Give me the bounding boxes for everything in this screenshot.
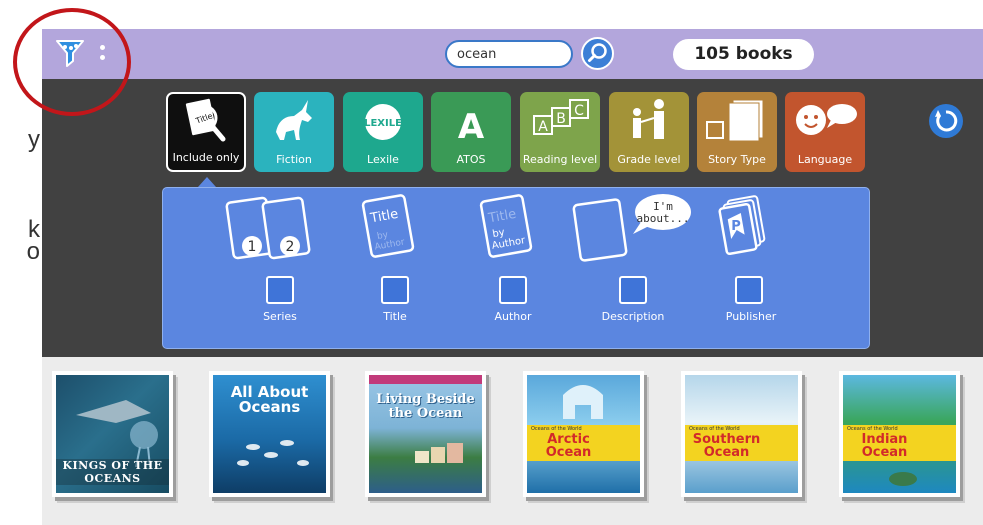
chip-language[interactable]: Language — [785, 92, 865, 172]
speech-face-icon — [796, 104, 857, 135]
book-count-badge: 105 books — [673, 39, 814, 70]
svg-text:A: A — [458, 107, 485, 147]
option-series: 1 2 Series — [220, 188, 340, 348]
book-title: All About Oceans — [230, 383, 309, 416]
chip-lexile[interactable]: LEXILE Lexile — [343, 92, 423, 172]
search-input[interactable] — [445, 40, 573, 68]
more-options-button[interactable] — [100, 45, 106, 65]
chip-label: Include only — [172, 151, 240, 164]
author-book-icon: Title by Author — [479, 194, 533, 258]
book-cover[interactable]: Oceans of the World Indian Ocean — [839, 371, 960, 497]
book-title: KINGS OF THE OCEANS — [56, 459, 169, 485]
title-checkbox[interactable] — [381, 276, 409, 304]
refresh-icon — [935, 110, 958, 132]
description-checkbox[interactable] — [619, 276, 647, 304]
option-title: Title by Author Title — [329, 188, 449, 348]
book-cover[interactable]: Oceans of the World Southern Ocean — [681, 371, 802, 497]
author-label: Author — [494, 310, 532, 323]
series-checkbox[interactable] — [266, 276, 294, 304]
reset-filters-button[interactable] — [929, 104, 963, 138]
book-title: Indian Ocean — [861, 432, 908, 460]
description-label: Description — [601, 310, 665, 323]
svg-text:C: C — [574, 103, 584, 119]
lexile-logo-icon: LEXILE — [364, 104, 402, 140]
chip-story-type[interactable]: Story Type — [697, 92, 777, 172]
svg-text:B: B — [556, 111, 566, 127]
chip-label: Reading level — [522, 153, 598, 166]
chip-label: ATOS — [456, 153, 486, 166]
chip-include-only[interactable]: Title Include only — [166, 92, 246, 172]
edge-text-fragment: o — [26, 238, 40, 265]
chip-label: Lexile — [367, 153, 399, 166]
letter-a-icon: A — [458, 107, 485, 147]
chip-label: Fiction — [276, 153, 312, 166]
author-checkbox[interactable] — [499, 276, 527, 304]
top-bar: 105 books — [42, 29, 983, 85]
book-cover[interactable]: Oceans of the World Arctic Ocean — [523, 371, 644, 497]
panel-pointer — [198, 177, 216, 187]
chip-atos[interactable]: A ATOS — [431, 92, 511, 172]
chip-grade-level[interactable]: Grade level — [609, 92, 689, 172]
speech-line: about... — [637, 212, 690, 225]
magnifier-icon — [588, 43, 607, 62]
chip-fiction[interactable]: Fiction — [254, 92, 334, 172]
title-magnifier-icon: Title — [184, 97, 226, 142]
publisher-label: Publisher — [725, 310, 777, 323]
search-button[interactable] — [581, 37, 614, 70]
filter-area: Title Include only Fiction LEXILE Lexile… — [42, 79, 983, 357]
chip-label: Grade level — [617, 153, 681, 166]
filter-button[interactable] — [56, 39, 84, 69]
chip-reading-level[interactable]: A B C Reading level — [520, 92, 600, 172]
series-label: Series — [263, 310, 297, 323]
funnel-icon — [56, 40, 84, 67]
vertical-dots-icon — [100, 45, 105, 50]
svg-text:A: A — [538, 119, 548, 135]
series-books-icon: 1 2 — [225, 196, 311, 260]
option-author: Title by Author Author — [455, 188, 575, 348]
book-cover[interactable]: Living Beside the Ocean — [365, 371, 486, 497]
series-number: 1 — [248, 239, 257, 255]
series-number: 2 — [286, 239, 295, 255]
chip-label: Story Type — [708, 153, 766, 166]
publisher-books-icon: P — [718, 195, 766, 256]
book-title: Arctic Ocean — [545, 432, 592, 460]
title-label: Title — [383, 310, 407, 323]
option-publisher: P Publisher — [691, 188, 811, 348]
abc-blocks-icon: A B C — [533, 99, 589, 135]
app-window: 105 books Title Include only Fiction LEX… — [42, 29, 983, 525]
edge-text-fragment: y — [28, 126, 40, 153]
unicorn-icon — [276, 100, 312, 140]
people-icon — [633, 99, 664, 139]
svg-text:LEXILE: LEXILE — [364, 118, 402, 129]
results-shelf: KINGS OF THE OCEANS All About Oceans Liv… — [42, 357, 983, 525]
book-cover[interactable]: KINGS OF THE OCEANS — [52, 371, 173, 497]
title-book-icon: Title by Author — [361, 194, 415, 258]
description-book-icon: I'm about... — [572, 194, 691, 262]
book-title: Southern Ocean — [692, 432, 761, 460]
book-title: Living Beside the Ocean — [376, 392, 475, 421]
option-description: I'm about... Description — [571, 188, 691, 348]
chip-label: Language — [797, 153, 853, 166]
pages-icon — [706, 99, 764, 142]
book-cover[interactable]: All About Oceans — [209, 371, 330, 497]
publisher-letter: P — [731, 219, 741, 234]
publisher-checkbox[interactable] — [735, 276, 763, 304]
include-only-panel: 1 2 Series Title by Author Title Title b… — [162, 187, 870, 349]
